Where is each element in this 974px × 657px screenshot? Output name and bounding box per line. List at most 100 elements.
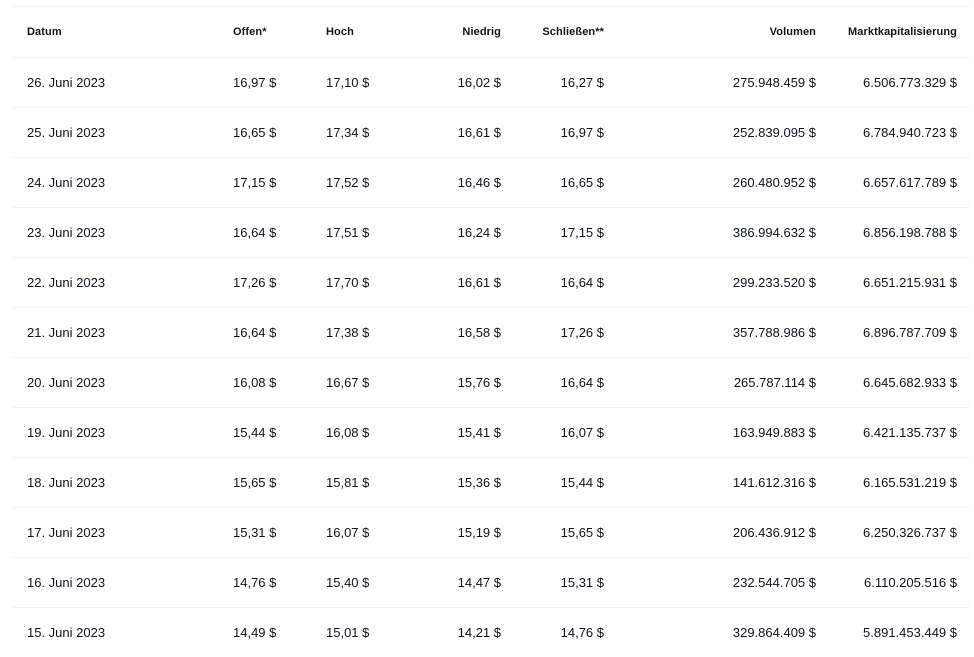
cell-close: 16,07 $ xyxy=(501,408,604,458)
table-row: 25. Juni 202316,65 $17,34 $16,61 $16,97 … xyxy=(13,108,970,158)
cell-market-cap: 6.856.198.788 $ xyxy=(816,208,970,258)
table-row: 26. Juni 202316,97 $17,10 $16,02 $16,27 … xyxy=(13,58,970,108)
table-row: 21. Juni 202316,64 $17,38 $16,58 $17,26 … xyxy=(13,308,970,358)
cell-volume: 252.839.095 $ xyxy=(604,108,816,158)
cell-market-cap: 6.506.773.329 $ xyxy=(816,58,970,108)
cell-close: 15,31 $ xyxy=(501,558,604,608)
cell-date: 26. Juni 2023 xyxy=(13,58,233,108)
header-low[interactable]: Niedrig xyxy=(410,7,501,58)
cell-volume: 163.949.883 $ xyxy=(604,408,816,458)
cell-open: 15,65 $ xyxy=(233,458,326,508)
cell-close: 16,64 $ xyxy=(501,258,604,308)
cell-volume: 357.788.986 $ xyxy=(604,308,816,358)
cell-date: 15. Juni 2023 xyxy=(13,608,233,657)
table-row: 18. Juni 202315,65 $15,81 $15,36 $15,44 … xyxy=(13,458,970,508)
cell-high: 16,67 $ xyxy=(326,358,410,408)
cell-close: 16,64 $ xyxy=(501,358,604,408)
cell-open: 16,64 $ xyxy=(233,208,326,258)
cell-high: 17,38 $ xyxy=(326,308,410,358)
cell-low: 16,61 $ xyxy=(410,108,501,158)
cell-market-cap: 6.645.682.933 $ xyxy=(816,358,970,408)
header-date[interactable]: Datum xyxy=(13,7,233,58)
cell-date: 22. Juni 2023 xyxy=(13,258,233,308)
cell-high: 15,81 $ xyxy=(326,458,410,508)
table-row: 24. Juni 202317,15 $17,52 $16,46 $16,65 … xyxy=(13,158,970,208)
cell-low: 15,41 $ xyxy=(410,408,501,458)
cell-volume: 206.436.912 $ xyxy=(604,508,816,558)
table-row: 23. Juni 202316,64 $17,51 $16,24 $17,15 … xyxy=(13,208,970,258)
cell-market-cap: 5.891.453.449 $ xyxy=(816,608,970,657)
cell-open: 14,49 $ xyxy=(233,608,326,657)
cell-high: 17,34 $ xyxy=(326,108,410,158)
cell-open: 16,97 $ xyxy=(233,58,326,108)
cell-open: 17,15 $ xyxy=(233,158,326,208)
cell-volume: 141.612.316 $ xyxy=(604,458,816,508)
cell-close: 17,26 $ xyxy=(501,308,604,358)
cell-low: 15,36 $ xyxy=(410,458,501,508)
cell-market-cap: 6.110.205.516 $ xyxy=(816,558,970,608)
cell-high: 16,08 $ xyxy=(326,408,410,458)
cell-date: 19. Juni 2023 xyxy=(13,408,233,458)
table-header: Datum Offen* Hoch Niedrig Schließen** Vo… xyxy=(13,7,970,58)
cell-low: 16,02 $ xyxy=(410,58,501,108)
cell-low: 15,76 $ xyxy=(410,358,501,408)
cell-close: 16,65 $ xyxy=(501,158,604,208)
cell-date: 24. Juni 2023 xyxy=(13,158,233,208)
cell-low: 15,19 $ xyxy=(410,508,501,558)
cell-volume: 329.864.409 $ xyxy=(604,608,816,657)
cell-date: 20. Juni 2023 xyxy=(13,358,233,408)
cell-market-cap: 6.250.326.737 $ xyxy=(816,508,970,558)
cell-close: 16,97 $ xyxy=(501,108,604,158)
cell-open: 16,08 $ xyxy=(233,358,326,408)
table-row: 19. Juni 202315,44 $16,08 $15,41 $16,07 … xyxy=(13,408,970,458)
cell-high: 16,07 $ xyxy=(326,508,410,558)
header-high[interactable]: Hoch xyxy=(326,7,410,58)
cell-open: 16,65 $ xyxy=(233,108,326,158)
cell-volume: 265.787.114 $ xyxy=(604,358,816,408)
cell-volume: 386.994.632 $ xyxy=(604,208,816,258)
cell-low: 16,46 $ xyxy=(410,158,501,208)
cell-low: 16,58 $ xyxy=(410,308,501,358)
cell-high: 15,40 $ xyxy=(326,558,410,608)
cell-close: 16,27 $ xyxy=(501,58,604,108)
cell-open: 14,76 $ xyxy=(233,558,326,608)
cell-date: 16. Juni 2023 xyxy=(13,558,233,608)
header-close[interactable]: Schließen** xyxy=(501,7,604,58)
cell-volume: 260.480.952 $ xyxy=(604,158,816,208)
cell-high: 17,70 $ xyxy=(326,258,410,308)
cell-close: 17,15 $ xyxy=(501,208,604,258)
cell-date: 23. Juni 2023 xyxy=(13,208,233,258)
cell-market-cap: 6.896.787.709 $ xyxy=(816,308,970,358)
cell-date: 25. Juni 2023 xyxy=(13,108,233,158)
cell-market-cap: 6.421.135.737 $ xyxy=(816,408,970,458)
header-open[interactable]: Offen* xyxy=(233,7,326,58)
cell-open: 15,44 $ xyxy=(233,408,326,458)
cell-high: 15,01 $ xyxy=(326,608,410,657)
cell-market-cap: 6.784.940.723 $ xyxy=(816,108,970,158)
cell-close: 14,76 $ xyxy=(501,608,604,657)
cell-volume: 232.544.705 $ xyxy=(604,558,816,608)
cell-date: 18. Juni 2023 xyxy=(13,458,233,508)
historical-data-table: Datum Offen* Hoch Niedrig Schließen** Vo… xyxy=(13,6,970,657)
header-market-cap[interactable]: Marktkapitalisierung xyxy=(816,7,970,58)
table-row: 16. Juni 202314,76 $15,40 $14,47 $15,31 … xyxy=(13,558,970,608)
table-row: 22. Juni 202317,26 $17,70 $16,61 $16,64 … xyxy=(13,258,970,308)
cell-volume: 275.948.459 $ xyxy=(604,58,816,108)
cell-volume: 299.233.520 $ xyxy=(604,258,816,308)
cell-market-cap: 6.651.215.931 $ xyxy=(816,258,970,308)
cell-open: 16,64 $ xyxy=(233,308,326,358)
cell-low: 16,61 $ xyxy=(410,258,501,308)
cell-low: 14,21 $ xyxy=(410,608,501,657)
cell-market-cap: 6.165.531.219 $ xyxy=(816,458,970,508)
cell-low: 14,47 $ xyxy=(410,558,501,608)
cell-market-cap: 6.657.617.789 $ xyxy=(816,158,970,208)
cell-high: 17,10 $ xyxy=(326,58,410,108)
cell-close: 15,65 $ xyxy=(501,508,604,558)
cell-open: 17,26 $ xyxy=(233,258,326,308)
header-volume[interactable]: Volumen xyxy=(604,7,816,58)
cell-date: 21. Juni 2023 xyxy=(13,308,233,358)
cell-date: 17. Juni 2023 xyxy=(13,508,233,558)
table-row: 20. Juni 202316,08 $16,67 $15,76 $16,64 … xyxy=(13,358,970,408)
cell-open: 15,31 $ xyxy=(233,508,326,558)
cell-close: 15,44 $ xyxy=(501,458,604,508)
